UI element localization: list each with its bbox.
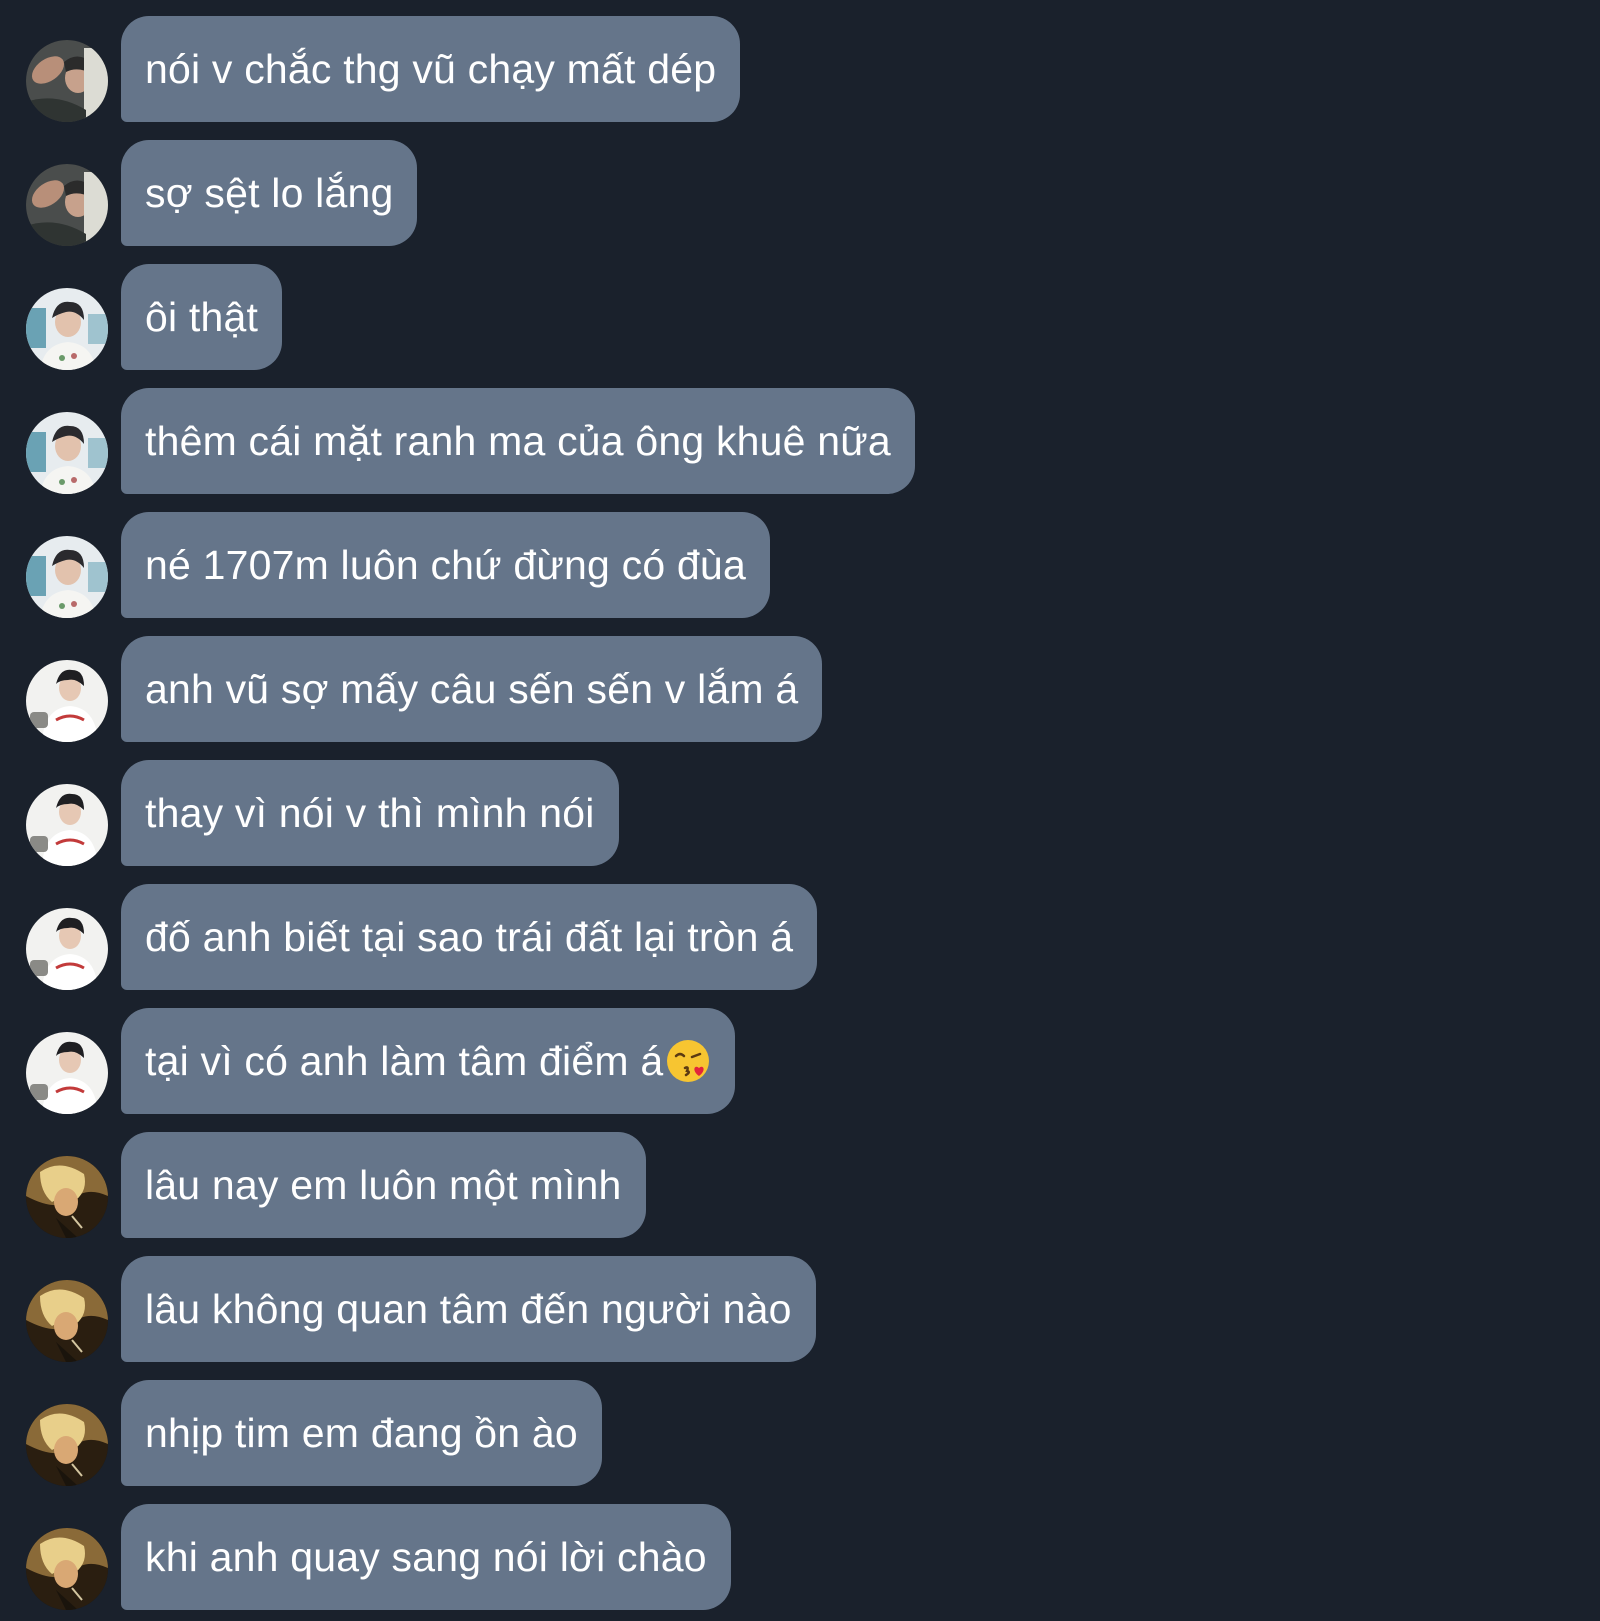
message-text: thêm cái mặt ranh ma của ông khuê nữa	[145, 418, 891, 464]
avatar-user-b[interactable]	[26, 536, 108, 618]
avatar-user-b[interactable]	[26, 288, 108, 370]
message-text: lâu không quan tâm đến người nào	[145, 1286, 792, 1332]
avatar-user-a[interactable]	[26, 164, 108, 246]
avatar-user-c[interactable]	[26, 908, 108, 990]
face-blowing-kiss-emoji	[665, 1038, 711, 1084]
avatar-user-c[interactable]	[26, 1032, 108, 1114]
message-row: sợ sệt lo lắng	[0, 140, 1600, 246]
message-text: né 1707m luôn chứ đừng có đùa	[145, 542, 746, 588]
message-row: lâu không quan tâm đến người nào	[0, 1256, 1600, 1362]
message-bubble[interactable]: nhịp tim em đang ồn ào	[121, 1380, 602, 1486]
avatar-user-c[interactable]	[26, 784, 108, 866]
message-row: khi anh quay sang nói lời chào	[0, 1504, 1600, 1610]
message-bubble[interactable]: nói v chắc thg vũ chạy mất dép	[121, 16, 741, 122]
avatar-user-d[interactable]	[26, 1528, 108, 1610]
message-bubble[interactable]: khi anh quay sang nói lời chào	[121, 1504, 731, 1610]
message-bubble[interactable]: ôi thật	[121, 264, 283, 370]
message-text: anh vũ sợ mấy câu sến sến v lắm á	[145, 666, 799, 712]
message-bubble[interactable]: lâu nay em luôn một mình	[121, 1132, 646, 1238]
chat-message-list[interactable]: nói v chắc thg vũ chạy mất dép sợ sệt lo…	[0, 0, 1600, 1621]
message-bubble[interactable]: thêm cái mặt ranh ma của ông khuê nữa	[121, 388, 915, 494]
message-text: đố anh biết tại sao trái đất lại tròn á	[145, 914, 794, 960]
message-bubble[interactable]: né 1707m luôn chứ đừng có đùa	[121, 512, 770, 618]
message-text: tại vì có anh làm tâm điểm á	[145, 1038, 664, 1084]
message-row: thay vì nói v thì mình nói	[0, 760, 1600, 866]
message-bubble[interactable]: tại vì có anh làm tâm điểm á	[121, 1008, 736, 1114]
message-text: thay vì nói v thì mình nói	[145, 790, 595, 836]
message-text: ôi thật	[145, 294, 259, 340]
message-bubble[interactable]: thay vì nói v thì mình nói	[121, 760, 619, 866]
message-bubble[interactable]: sợ sệt lo lắng	[121, 140, 418, 246]
message-row: nhịp tim em đang ồn ào	[0, 1380, 1600, 1486]
message-row: lâu nay em luôn một mình	[0, 1132, 1600, 1238]
message-text: nói v chắc thg vũ chạy mất dép	[145, 46, 717, 92]
message-row: thêm cái mặt ranh ma của ông khuê nữa	[0, 388, 1600, 494]
message-bubble[interactable]: lâu không quan tâm đến người nào	[121, 1256, 816, 1362]
avatar-user-d[interactable]	[26, 1280, 108, 1362]
message-text: lâu nay em luôn một mình	[145, 1162, 622, 1208]
avatar-user-b[interactable]	[26, 412, 108, 494]
avatar-user-d[interactable]	[26, 1156, 108, 1238]
message-row: nói v chắc thg vũ chạy mất dép	[0, 16, 1600, 122]
message-text: khi anh quay sang nói lời chào	[145, 1534, 707, 1580]
message-bubble[interactable]: anh vũ sợ mấy câu sến sến v lắm á	[121, 636, 823, 742]
message-row: né 1707m luôn chứ đừng có đùa	[0, 512, 1600, 618]
avatar-user-d[interactable]	[26, 1404, 108, 1486]
message-bubble[interactable]: đố anh biết tại sao trái đất lại tròn á	[121, 884, 818, 990]
avatar-user-c[interactable]	[26, 660, 108, 742]
message-row: ôi thật	[0, 264, 1600, 370]
message-row: anh vũ sợ mấy câu sến sến v lắm á	[0, 636, 1600, 742]
message-row: đố anh biết tại sao trái đất lại tròn á	[0, 884, 1600, 990]
avatar-user-a[interactable]	[26, 40, 108, 122]
message-row: tại vì có anh làm tâm điểm á	[0, 1008, 1600, 1114]
message-text: sợ sệt lo lắng	[145, 170, 394, 216]
message-text: nhịp tim em đang ồn ào	[145, 1410, 578, 1456]
